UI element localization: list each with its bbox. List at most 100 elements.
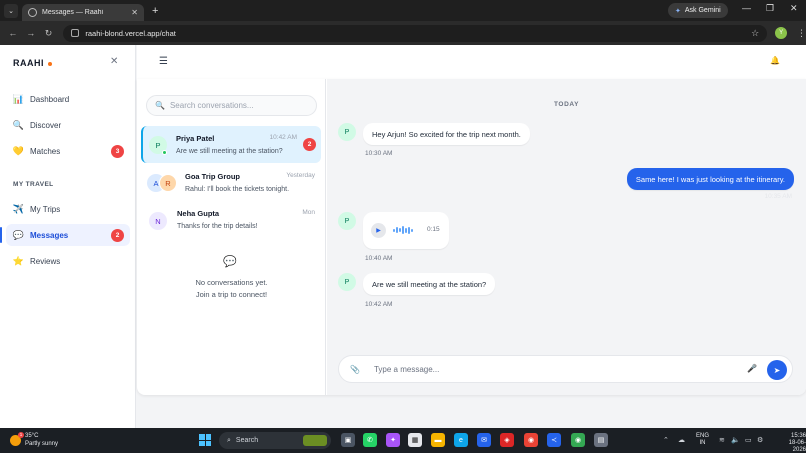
clock-date: 18-06-2026 <box>788 440 806 453</box>
tab-search-button[interactable]: ⌄ <box>4 3 18 18</box>
file-explorer-icon[interactable]: ▬ <box>431 433 445 447</box>
message-bubble-incoming: Are we still meeting at the station? <box>363 273 496 295</box>
sidebar-item-label: Discover <box>30 120 62 130</box>
top-bar: ☰ 🔔 <box>137 45 806 79</box>
mail-icon[interactable]: ✉ <box>477 433 491 447</box>
wifi-icon[interactable]: ≋ <box>719 436 725 444</box>
play-icon[interactable]: ▶ <box>371 223 386 238</box>
conversation-item-goa-trip-group[interactable]: A R Goa Trip Group Yesterday Rahul: I'll… <box>141 164 321 201</box>
edge-icon[interactable]: e <box>454 433 468 447</box>
conversation-preview: Are we still meeting at the station? <box>176 148 283 155</box>
ask-gemini-button[interactable]: ✦ Ask Gemini <box>668 3 728 18</box>
menu-icon[interactable]: ☰ <box>159 56 168 67</box>
app-root: RAAHI ✕ 📊 Dashboard 🔍 Discover 💛 Matches… <box>0 45 806 428</box>
language-region: IN <box>699 440 706 446</box>
chat-area: TODAY P Hey Arjun! So excited for the tr… <box>327 79 806 395</box>
url-text: raahi-blond.vercel.app/chat <box>85 28 176 38</box>
sidebar-item-discover[interactable]: 🔍 Discover <box>6 114 130 136</box>
brand-logo[interactable]: RAAHI <box>13 58 52 68</box>
taskbar-search[interactable]: ⌕ Search <box>219 432 331 449</box>
tray-cloud-icon[interactable]: ☁ <box>678 436 685 444</box>
message-time: 10:40 AM <box>365 255 393 262</box>
minimize-icon[interactable]: — <box>742 3 751 13</box>
windows-start-icon[interactable] <box>199 434 211 446</box>
conversation-preview: Thanks for the trip details! <box>177 223 258 230</box>
sidebar-item-my-trips[interactable]: ✈️ My Trips <box>6 198 130 220</box>
attach-icon[interactable]: 📎 <box>350 365 360 374</box>
sidebar-item-label: Matches <box>30 146 61 156</box>
discover-icon: 🔍 <box>12 119 25 130</box>
chrome-icon[interactable]: ◉ <box>524 433 538 447</box>
battery-icon[interactable]: ▭ <box>745 436 752 444</box>
chat-bubble-icon: 💬 <box>223 256 237 268</box>
online-status-dot <box>162 150 167 155</box>
brand-name: RAAHI <box>13 58 44 68</box>
avatar: N <box>149 212 167 230</box>
language-indicator[interactable]: ENG IN <box>696 433 709 447</box>
empty-state-text: No conversations yet. <box>195 278 268 287</box>
system-clock[interactable]: 15:36 18-06-2026 <box>776 433 806 453</box>
send-button[interactable]: ➤ <box>767 360 787 380</box>
whatsapp-icon[interactable]: ✆ <box>363 433 377 447</box>
sidebar-close-icon[interactable]: ✕ <box>110 56 118 67</box>
sender-avatar: P <box>338 212 356 230</box>
new-tab-button[interactable]: + <box>152 5 158 17</box>
sidebar-item-label: Messages <box>30 230 69 240</box>
profile-avatar[interactable]: Y <box>775 27 787 39</box>
back-arrow-icon[interactable]: ← <box>8 28 18 38</box>
gemini-sparkle-icon: ✦ <box>675 7 681 15</box>
chrome-active-icon[interactable]: ◉ <box>571 433 585 447</box>
message-time: 10:30 AM <box>365 150 393 157</box>
voice-message: ▶ 0:15 <box>363 212 449 249</box>
dashboard-icon: 📊 <box>12 93 25 104</box>
message-bubble-outgoing: Same here! I was just looking at the iti… <box>626 168 794 190</box>
address-bar[interactable]: raahi-blond.vercel.app/chat ☆ <box>63 24 768 42</box>
conversation-name: Neha Gupta <box>177 209 220 218</box>
browser-menu-icon[interactable]: ⋮ <box>797 28 806 39</box>
bell-icon[interactable]: 🔔 <box>770 56 780 65</box>
tray-overflow-icon[interactable]: ⌃ <box>663 436 669 444</box>
brand-dot-icon <box>48 61 52 66</box>
store-icon[interactable]: ▦ <box>408 433 422 447</box>
waveform-icon <box>393 226 413 234</box>
tab-favicon-icon <box>28 8 37 17</box>
unread-badge: 2 <box>303 138 316 151</box>
sidebar-item-matches[interactable]: 💛 Matches 3 <box>6 140 130 162</box>
search-highlight-icon <box>303 435 327 446</box>
message-bubble-incoming: Hey Arjun! So excited for the trip next … <box>363 123 530 145</box>
star-icon: ⭐ <box>12 255 25 266</box>
tab-close-icon[interactable]: ✕ <box>131 8 138 17</box>
taskbar-search-label: Search <box>235 437 259 444</box>
sidebar-item-dashboard[interactable]: 📊 Dashboard <box>6 88 130 110</box>
bookmark-star-icon[interactable]: ☆ <box>751 28 759 39</box>
weather-widget[interactable]: 1 35°C Partly sunny <box>10 431 58 448</box>
message-input[interactable] <box>373 364 734 374</box>
messages-panel: 🔍 P Priya Patel 10:42 AM 2 Are we still … <box>137 79 806 395</box>
matches-icon: 💛 <box>12 145 25 156</box>
conversation-item-priya-patel[interactable]: P Priya Patel 10:42 AM 2 Are we still me… <box>141 126 321 163</box>
task-view-icon[interactable]: ▣ <box>341 433 355 447</box>
volume-icon[interactable]: 🔈 <box>731 436 740 444</box>
conversation-search[interactable]: 🔍 <box>146 95 317 116</box>
security-app-icon[interactable]: ◈ <box>500 433 514 447</box>
browser-tab[interactable]: Messages — Raahi ✕ <box>22 4 144 21</box>
reload-icon[interactable]: ↻ <box>44 28 54 39</box>
conversation-name: Priya Patel <box>176 134 215 143</box>
restore-icon[interactable]: ❐ <box>766 3 774 14</box>
date-divider: TODAY <box>553 101 580 108</box>
vscode-icon[interactable]: ≺ <box>547 433 561 447</box>
voice-duration: 0:15 <box>427 226 440 233</box>
site-info-icon[interactable] <box>71 29 80 37</box>
sidebar-item-messages[interactable]: 💬 Messages 2 <box>0 224 130 246</box>
clock-time: 15:36 <box>790 433 806 439</box>
sender-avatar: P <box>338 123 356 141</box>
system-settings-icon[interactable]: ⚙ <box>757 436 763 444</box>
microphone-icon[interactable]: 🎤 <box>747 364 757 373</box>
notepad-icon[interactable]: ▤ <box>594 433 608 447</box>
window-close-icon[interactable]: ✕ <box>790 3 798 14</box>
sidebar-item-reviews[interactable]: ⭐ Reviews <box>6 250 130 272</box>
copilot-icon[interactable]: ✦ <box>386 433 400 447</box>
conversation-search-input[interactable] <box>169 101 310 110</box>
forward-arrow-icon[interactable]: → <box>26 28 36 38</box>
conversation-item-neha-gupta[interactable]: N Neha Gupta Mon Thanks for the trip det… <box>141 201 321 238</box>
